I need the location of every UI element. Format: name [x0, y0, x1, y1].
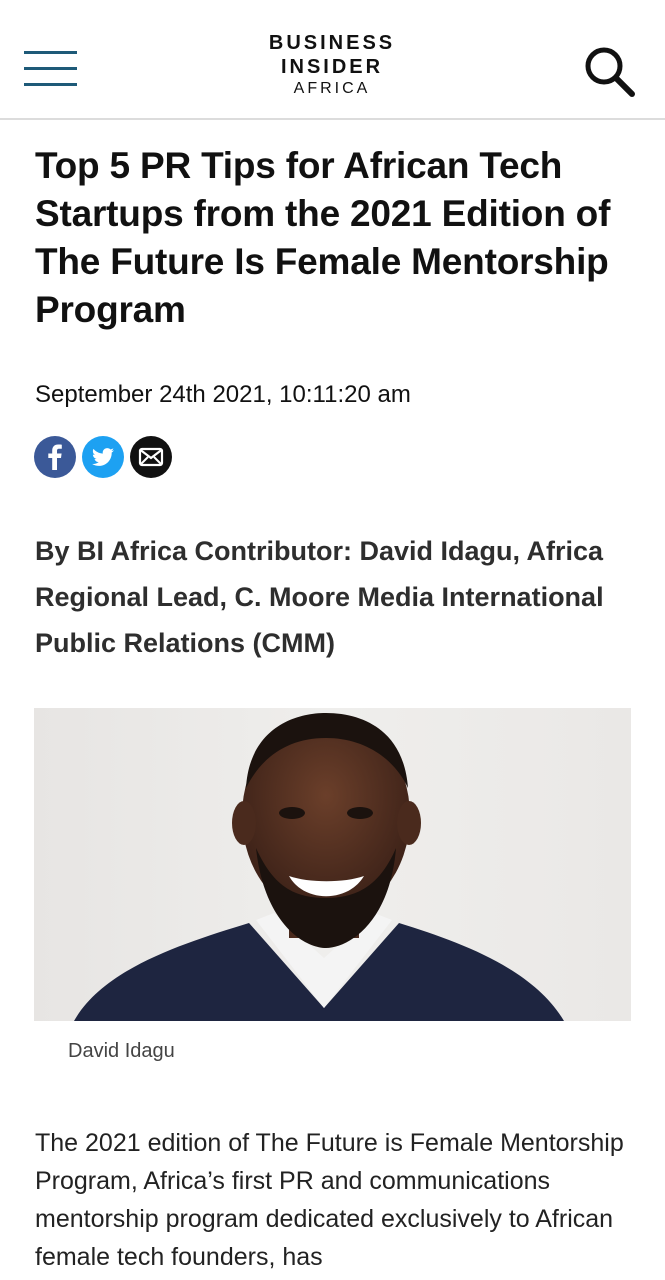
image-caption: David Idagu: [68, 1040, 175, 1062]
article-byline: By BI Africa Contributor: David Idagu, A…: [35, 536, 604, 658]
facebook-icon[interactable]: [34, 436, 76, 478]
site-header: BUSINESS INSIDER AFRICA: [0, 0, 665, 120]
logo-line-business: BUSINESS: [268, 32, 396, 54]
hamburger-menu-icon[interactable]: [24, 51, 77, 87]
email-icon[interactable]: [130, 436, 172, 478]
article-body-preview: The 2021 edition of The Future is Female…: [35, 1129, 624, 1271]
twitter-icon[interactable]: [82, 436, 124, 478]
author-photo: [34, 708, 631, 1021]
logo-line-africa: AFRICA: [293, 80, 371, 97]
site-logo[interactable]: BUSINESS INSIDER AFRICA: [232, 31, 432, 99]
search-icon[interactable]: [582, 44, 638, 100]
article-date: September 24th 2021, 10:11:20 am: [35, 381, 411, 408]
article-title: Top 5 PR Tips for African Tech Startups …: [35, 145, 611, 330]
logo-line-insider: INSIDER: [280, 56, 384, 78]
